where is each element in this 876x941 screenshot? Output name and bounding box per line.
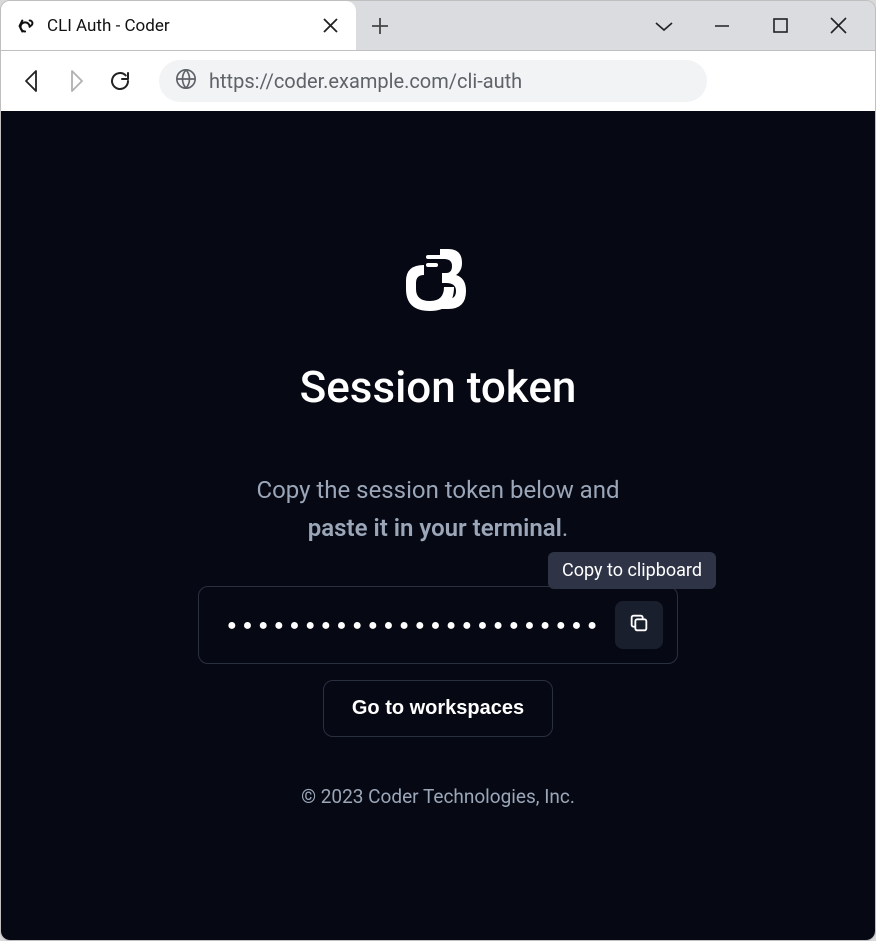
active-tab[interactable]: CLI Auth - Coder <box>1 1 356 50</box>
new-tab-button[interactable] <box>356 1 404 50</box>
maximize-button[interactable] <box>751 1 809 51</box>
window-controls <box>635 1 875 50</box>
token-masked-value: ●●●●●●●●●●●●●●●●●●●●●●●●●●●●●● <box>227 615 603 635</box>
coder-favicon <box>15 15 37 37</box>
instruction-line-2-suffix: . <box>562 514 568 542</box>
chevron-down-icon[interactable] <box>635 1 693 51</box>
toolbar: https://coder.example.com/cli-auth <box>1 51 875 111</box>
instruction-line-1: Copy the session token below and <box>256 471 619 509</box>
page-title: Session token <box>300 361 577 413</box>
copy-button[interactable] <box>615 601 663 649</box>
forward-button[interactable] <box>61 66 91 96</box>
tab-title: CLI Auth - Coder <box>47 16 308 36</box>
coder-logo <box>388 241 488 321</box>
url-text: https://coder.example.com/cli-auth <box>209 69 522 93</box>
go-to-workspaces-button[interactable]: Go to workspaces <box>323 680 553 737</box>
page-content: Session token Copy the session token bel… <box>1 111 875 940</box>
footer-copyright: © 2023 Coder Technologies, Inc. <box>301 785 575 808</box>
token-field[interactable]: ●●●●●●●●●●●●●●●●●●●●●●●●●●●●●● <box>198 586 678 664</box>
back-button[interactable] <box>17 66 47 96</box>
minimize-button[interactable] <box>693 1 751 51</box>
address-bar[interactable]: https://coder.example.com/cli-auth <box>159 60 707 102</box>
instruction-text: Copy the session token below and paste i… <box>256 471 619 548</box>
close-tab-icon[interactable] <box>318 14 342 38</box>
titlebar: CLI Auth - Coder <box>1 1 875 51</box>
browser-window: CLI Auth - Coder <box>0 0 876 941</box>
globe-icon <box>175 68 197 94</box>
copy-icon <box>628 612 650 638</box>
token-area: Copy to clipboard ●●●●●●●●●●●●●●●●●●●●●●… <box>198 572 678 664</box>
close-window-button[interactable] <box>809 1 867 51</box>
reload-button[interactable] <box>105 66 135 96</box>
instruction-line-2-strong: paste it in your terminal <box>308 514 562 542</box>
copy-tooltip: Copy to clipboard <box>548 552 716 589</box>
